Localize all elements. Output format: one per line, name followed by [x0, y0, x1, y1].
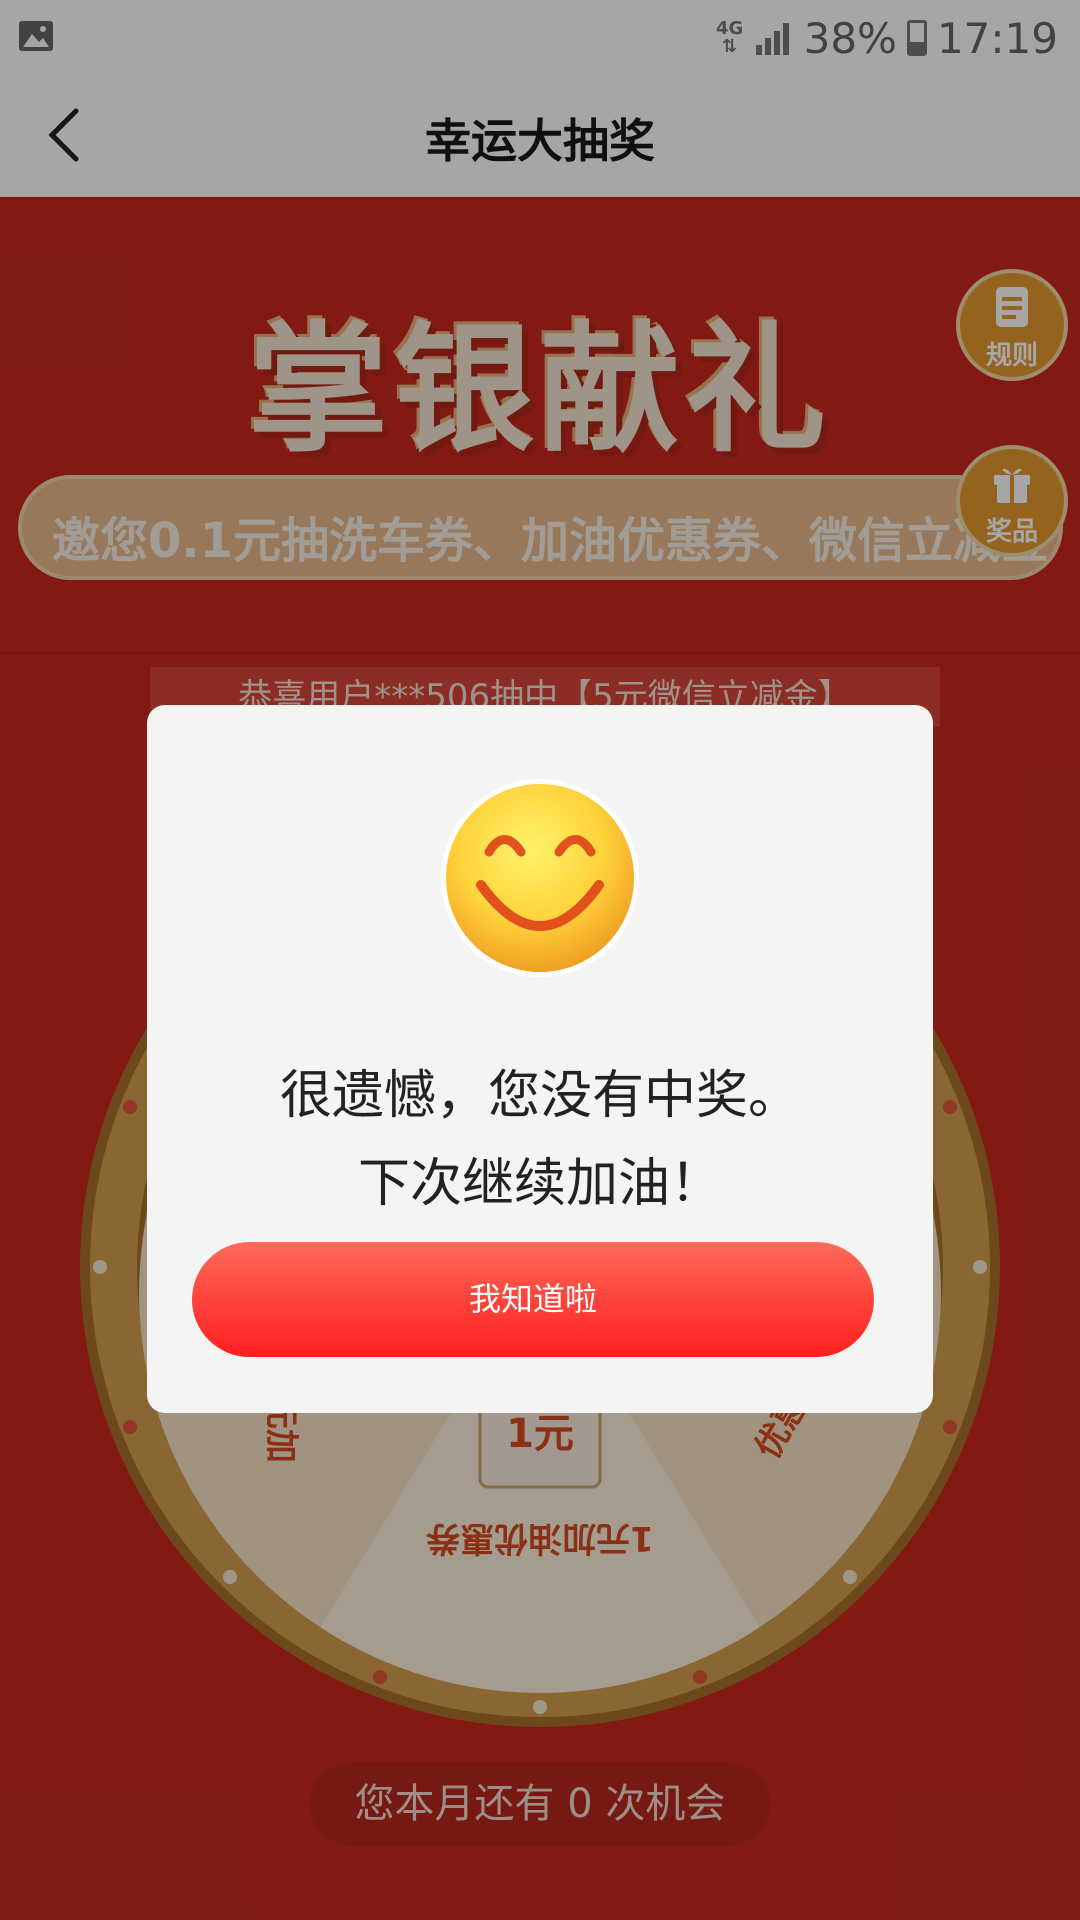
result-dialog: 很遗憾，您没有中奖。 下次继续加油！ 我知道啦 [147, 705, 933, 1413]
result-message: 很遗憾，您没有中奖。 [279, 1066, 800, 1126]
encourage-message: 下次继续加油！ [357, 1154, 722, 1214]
smiley-face-icon [441, 779, 639, 977]
got-it-button[interactable]: 我知道啦 [192, 1242, 874, 1357]
